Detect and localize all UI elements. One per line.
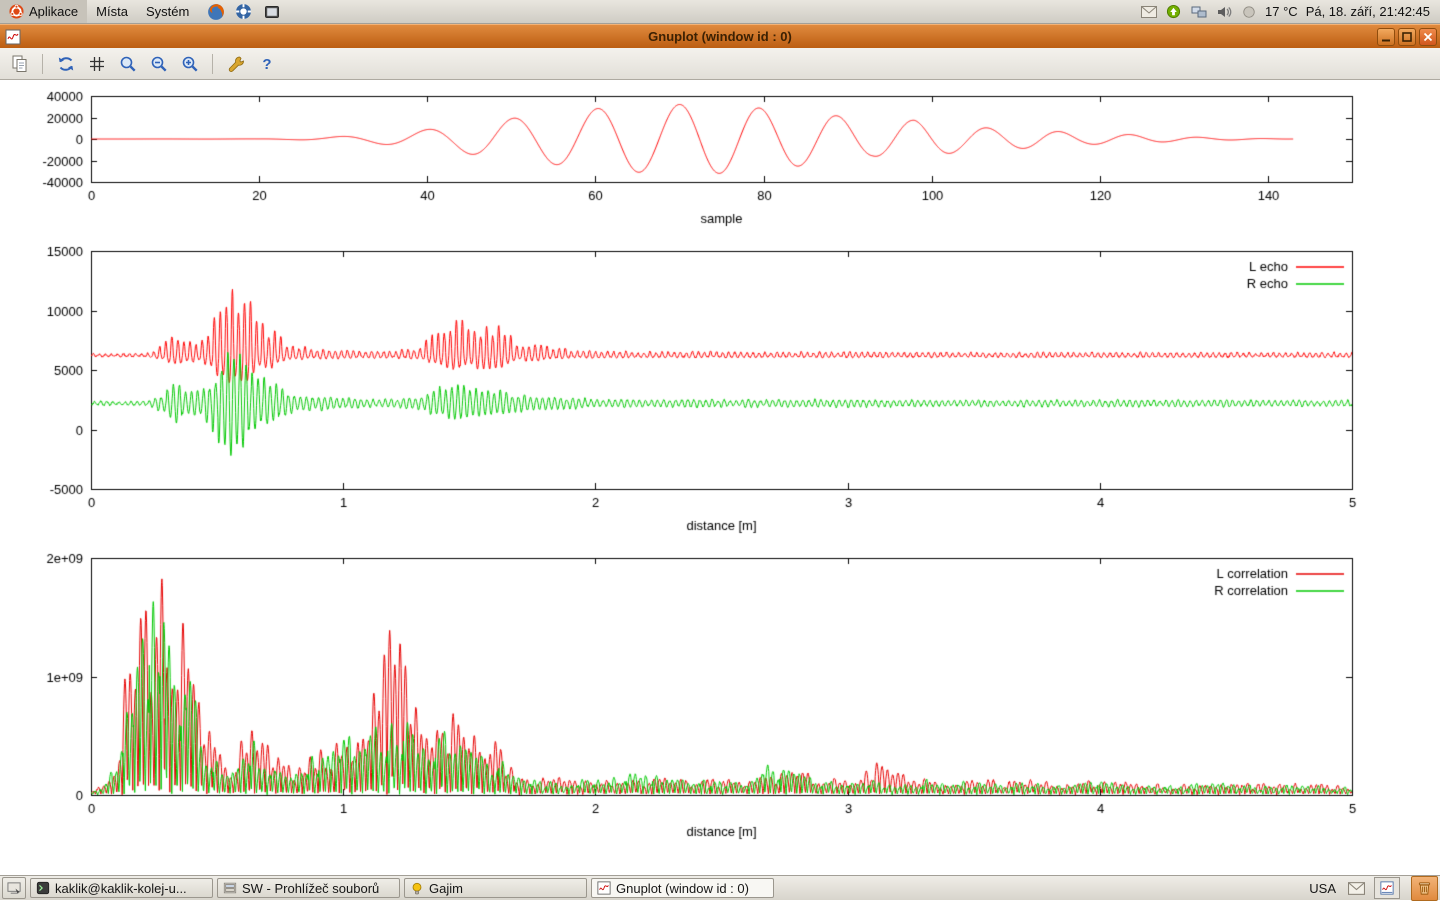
task-button-file-manager[interactable]: SW - Prohlížeč souborů [217,878,400,898]
temperature-label[interactable]: 17 °C [1265,4,1298,19]
toolbar-separator [212,54,213,74]
weather-icon[interactable] [1240,3,1257,20]
task-label: Gajim [429,881,463,896]
menu-applications-label: Aplikace [29,4,78,19]
menu-system[interactable]: Systém [137,0,198,23]
gajim-icon [410,881,424,896]
grid-icon[interactable] [83,51,110,77]
menu-system-label: Systém [146,4,189,19]
keyboard-layout-indicator[interactable]: USA [1306,881,1339,896]
copy-icon[interactable] [6,51,33,77]
plot-area [0,80,1440,875]
gnuplot-icon [597,881,611,895]
help-icon[interactable]: ? [253,51,280,77]
ubuntu-logo-icon [9,4,24,19]
panel-launchers [206,2,281,21]
gnuplot-tray-icon[interactable] [1374,877,1400,899]
show-desktop-icon[interactable] [2,877,26,899]
menu-places[interactable]: Místa [87,0,137,23]
top-panel: Aplikace Místa Systém [0,0,1440,24]
minimize-button[interactable] [1377,28,1395,46]
desktop: Aplikace Místa Systém [0,0,1440,900]
firefox-icon[interactable] [206,2,225,21]
settings-icon[interactable] [222,51,249,77]
window-buttons [1377,28,1437,46]
toolbar-separator [42,54,43,74]
close-button[interactable] [1419,28,1437,46]
task-button-terminal[interactable]: kaklik@kaklik-kolej-u... [30,878,213,898]
maximize-button[interactable] [1398,28,1416,46]
clock-label[interactable]: Pá, 18. září, 21:42:45 [1306,4,1430,19]
system-tray: 17 °C Pá, 18. září, 21:42:45 [1140,3,1440,20]
task-label: SW - Prohlížeč souborů [242,881,379,896]
menu-places-label: Místa [96,4,128,19]
window-toolbar: ? [0,48,1440,80]
file-manager-icon [223,881,237,895]
task-button-gajim[interactable]: Gajim [404,878,587,898]
task-label: kaklik@kaklik-kolej-u... [55,881,187,896]
zoom-in-icon[interactable] [176,51,203,77]
mail-icon[interactable] [1348,882,1365,895]
plots-canvas[interactable] [0,80,1440,875]
taskbar: kaklik@kaklik-kolej-u... SW - Prohlížeč … [0,875,1440,900]
svg-text:?: ? [262,56,271,73]
gajim-status-icon[interactable] [1165,3,1182,20]
task-button-gnuplot[interactable]: Gnuplot (window id : 0) [591,878,774,898]
task-label: Gnuplot (window id : 0) [616,881,749,896]
terminal-icon [36,881,50,895]
window-titlebar[interactable]: Gnuplot (window id : 0) [0,24,1440,48]
replot-icon[interactable] [52,51,79,77]
mail-icon[interactable] [1140,3,1157,20]
volume-icon[interactable] [1215,3,1232,20]
help-icon[interactable] [234,2,253,21]
screenshot-icon[interactable] [262,2,281,21]
taskbar-tray: USA [1306,876,1438,901]
window-title: Gnuplot (window id : 0) [648,25,792,49]
trash-icon[interactable] [1411,876,1438,901]
menu-applications[interactable]: Aplikace [0,0,87,23]
zoom-out-icon[interactable] [145,51,172,77]
network-icon[interactable] [1190,3,1207,20]
gnuplot-window-icon [5,29,21,45]
zoom-previous-icon[interactable] [114,51,141,77]
